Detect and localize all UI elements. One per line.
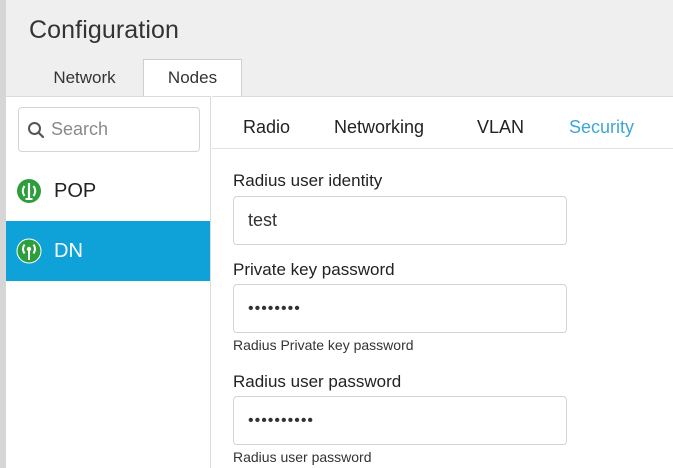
tab-nodes[interactable]: Nodes (143, 59, 242, 96)
private-key-password-helper: Radius Private key password (233, 337, 414, 353)
radius-identity-label: Radius user identity (233, 171, 383, 190)
radius-user-password-helper: Radius user password (233, 449, 372, 465)
dn-node-icon (16, 238, 42, 264)
config-tab-bar: Radio Networking VLAN Security (212, 97, 673, 149)
nodes-sidebar: POP DN (6, 96, 211, 468)
private-key-password-label: Private key password (233, 260, 395, 279)
radius-identity-field[interactable]: test (233, 196, 567, 245)
search-box[interactable] (18, 107, 200, 152)
top-tab-bar: Network Nodes (6, 59, 242, 96)
sidebar-item-dn[interactable]: DN (6, 221, 210, 281)
search-input[interactable] (51, 119, 191, 140)
sidebar-item-pop[interactable]: POP (6, 161, 210, 221)
tab-vlan[interactable]: VLAN (477, 117, 524, 138)
tab-radio[interactable]: Radio (243, 117, 290, 138)
tab-networking[interactable]: Networking (334, 117, 424, 138)
tab-security[interactable]: Security (569, 117, 634, 138)
page-title: Configuration (29, 16, 180, 44)
pop-node-icon (17, 179, 41, 203)
search-icon (28, 121, 45, 138)
private-key-password-field[interactable]: •••••••• (233, 284, 567, 333)
tab-network[interactable]: Network (6, 59, 143, 96)
radius-user-password-field[interactable]: •••••••••• (233, 396, 567, 445)
radius-user-password-label: Radius user password (233, 372, 402, 391)
node-config-panel: Radio Networking VLAN Security Radius us… (212, 96, 673, 468)
config-header: Configuration Network Nodes (6, 0, 673, 96)
sidebar-item-label: POP (54, 179, 97, 202)
sidebar-item-label: DN (54, 239, 83, 262)
